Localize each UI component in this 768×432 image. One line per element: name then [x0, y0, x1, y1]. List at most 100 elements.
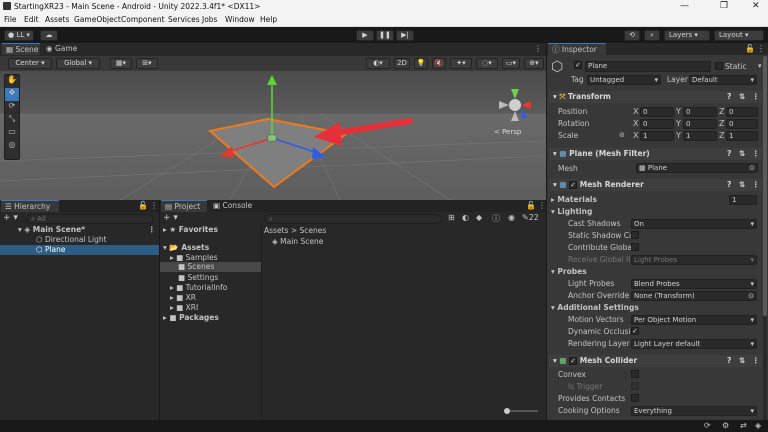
pivot-dropdown[interactable]: Center ▾ — [8, 58, 52, 69]
kebab-menu-icon[interactable]: ⋮ — [752, 355, 760, 367]
cloud-icon[interactable]: ☁ — [40, 30, 58, 41]
rotation-x[interactable]: 0 — [640, 119, 674, 129]
perspective-label[interactable]: < Persp — [494, 128, 521, 136]
zoom-slider-handle[interactable] — [504, 408, 510, 414]
create-button[interactable]: + ▾ — [3, 213, 18, 223]
packages-row[interactable]: ▸ ■ Packages — [163, 313, 219, 322]
history-icon[interactable]: ⟲ — [624, 30, 640, 41]
zoom-slider[interactable] — [504, 408, 538, 414]
folder-scenes[interactable]: ■ Scenes — [160, 262, 261, 272]
step-button[interactable]: ▶| — [396, 30, 414, 41]
object-picker-icon[interactable]: ⊙ — [749, 164, 755, 172]
object-picker-icon[interactable]: ⊙ — [748, 292, 754, 300]
cast-shadows-dropdown[interactable]: On ▾ — [631, 219, 757, 229]
layer-dropdown[interactable]: Default ▾ — [689, 75, 757, 85]
kebab-menu-icon[interactable]: ⋮ — [752, 148, 760, 160]
hierarchy-scene-row[interactable]: ▾ ◈ Main Scene* ⋮ — [0, 225, 159, 235]
network-icon[interactable]: ⇄ — [740, 421, 747, 430]
materials-count-field[interactable]: 1 — [729, 195, 757, 205]
scale-tool-icon[interactable]: ⤡ — [5, 114, 19, 127]
presets-icon[interactable]: ⇅ — [739, 355, 745, 367]
close-button[interactable]: ✕ — [752, 1, 760, 11]
hierarchy-search[interactable]: ⌕ All — [26, 214, 154, 224]
rect-tool-icon[interactable]: ▭ — [5, 127, 19, 140]
hierarchy-item-directional-light[interactable]: ⬡ Directional Light — [0, 235, 159, 245]
menu-component[interactable]: Component — [121, 15, 165, 24]
pause-button[interactable]: ❚❚ — [376, 30, 394, 41]
menu-gameobject[interactable]: GameObject — [74, 15, 121, 24]
tab-hierarchy[interactable]: ☰ Hierarchy — [1, 200, 59, 212]
camera-icon[interactable]: ▭▾ — [502, 58, 520, 69]
snap-increment-button[interactable]: ⊞▾ — [136, 58, 158, 69]
menu-file[interactable]: File — [4, 15, 17, 24]
tab-inspector[interactable]: ⓘ Inspector — [548, 43, 606, 55]
scale-x[interactable]: 1 — [640, 131, 674, 141]
help-icon[interactable]: ? — [727, 179, 731, 191]
provides-contacts-checkbox[interactable] — [631, 394, 639, 402]
presets-icon[interactable]: ⇅ — [739, 91, 745, 103]
mesh-renderer-enabled-checkbox[interactable]: ✓ — [569, 181, 578, 189]
position-y[interactable]: 0 — [683, 107, 717, 117]
transform-tool-icon[interactable]: ◎ — [5, 140, 19, 153]
menu-window[interactable]: Window — [225, 15, 255, 24]
tab-scene[interactable]: ▦ Scene — [2, 43, 40, 55]
static-dropdown-icon[interactable]: ▾ — [758, 62, 762, 70]
menu-help[interactable]: Help — [260, 15, 277, 24]
filter-icon[interactable]: ⊞ — [448, 213, 455, 222]
rotate-tool-icon[interactable]: ⟳ — [5, 101, 19, 114]
rendering-layer-dropdown[interactable]: Light Layer default ▾ — [631, 339, 757, 349]
tab-console[interactable]: ▣ Console — [209, 200, 257, 212]
space-dropdown[interactable]: Global ▾ — [56, 58, 100, 69]
move-tool-icon[interactable]: ✥ — [5, 88, 19, 101]
cache-icon[interactable]: ◈ — [755, 421, 761, 430]
menu-services[interactable]: Services — [168, 15, 200, 24]
object-name-field[interactable]: Plane — [585, 61, 711, 72]
static-shadow-checkbox[interactable] — [631, 231, 639, 239]
scene-viewport[interactable]: < Persp ✋ ✥ ⟳ ⤡ ▭ ◎ — [0, 71, 546, 200]
info-icon[interactable]: ⓘ — [492, 213, 500, 224]
transform-header[interactable]: ▾ ⤧ Transform ? ⇅ ⋮ — [549, 91, 762, 103]
maximize-button[interactable]: ❐ — [720, 1, 728, 11]
toggle-2d-button[interactable]: 2D — [394, 58, 410, 69]
lock-icon[interactable]: 🔓 — [138, 201, 148, 210]
materials-foldout[interactable]: ▸ Materials — [551, 195, 597, 204]
search-icon[interactable]: ⌕ — [644, 30, 660, 41]
kebab-menu-icon[interactable]: ⋮ — [538, 201, 546, 210]
folder-xri[interactable]: ▸ ■ XRI — [170, 303, 198, 312]
mesh-filter-header[interactable]: ▾ ▦ Plane (Mesh Filter) ? ⇅ ⋮ — [549, 148, 762, 160]
minimize-button[interactable]: — — [680, 1, 689, 11]
type-filter-icon[interactable]: ◐ — [462, 213, 469, 222]
presets-icon[interactable]: ⇅ — [739, 148, 745, 160]
help-icon[interactable]: ? — [727, 355, 731, 367]
debug-icon[interactable]: ⚙ — [722, 421, 729, 430]
rotation-z[interactable]: 0 — [726, 119, 758, 129]
layers-dropdown[interactable]: Layers ▾ — [664, 30, 710, 41]
account-button[interactable]: ● LL ▾ — [4, 30, 34, 41]
lighting-icon[interactable]: 💡 — [414, 58, 428, 69]
tab-project[interactable]: ▤ Project — [161, 200, 207, 212]
mesh-collider-header[interactable]: ▾ ▦ ✓ Mesh Collider ? ⇅ ⋮ — [549, 355, 762, 367]
mesh-collider-enabled-checkbox[interactable]: ✓ — [569, 357, 578, 365]
folder-samples[interactable]: ▸ ■ Samples — [170, 253, 218, 262]
kebab-menu-icon[interactable]: ⋮ — [752, 91, 760, 103]
contribute-gi-checkbox[interactable] — [631, 243, 639, 251]
anchor-override-field[interactable]: None (Transform) ⊙ — [631, 291, 757, 301]
progress-icon[interactable]: ⟳ — [704, 421, 711, 430]
breadcrumb-assets[interactable]: Assets — [264, 226, 288, 235]
position-x[interactable]: 0 — [640, 107, 674, 117]
motion-vectors-dropdown[interactable]: Per Object Motion ▾ — [631, 315, 757, 325]
dynamic-occlusion-checkbox[interactable]: ✓ — [631, 327, 639, 335]
project-search[interactable]: ⌕ — [264, 214, 442, 224]
mesh-renderer-header[interactable]: ▾ ▦ ✓ Mesh Renderer ? ⇅ ⋮ — [549, 179, 762, 191]
tab-game[interactable]: ◉ Game — [42, 43, 86, 55]
kebab-menu-icon[interactable]: ⋮ — [150, 201, 158, 210]
folder-xr[interactable]: ▸ ■ XR — [170, 293, 196, 302]
audio-icon[interactable]: 🔇 — [432, 58, 446, 69]
folder-tutorialinfo[interactable]: ▸ ■ TutorialInfo — [170, 283, 227, 292]
menu-edit[interactable]: Edit — [24, 15, 39, 24]
create-button[interactable]: + ▾ — [163, 213, 178, 223]
menu-assets[interactable]: Assets — [45, 15, 69, 24]
visibility-icon[interactable]: ◌▾ — [476, 58, 498, 69]
help-icon[interactable]: ? — [727, 148, 731, 160]
lighting-foldout[interactable]: ▾ Lighting — [551, 207, 592, 216]
